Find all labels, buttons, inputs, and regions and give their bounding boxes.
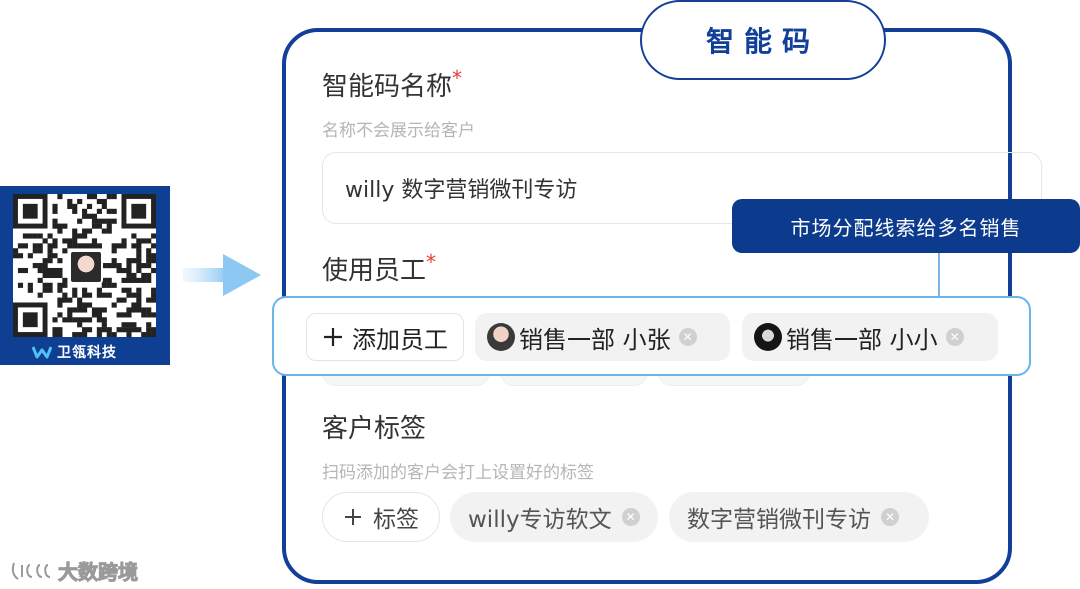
tag-name: 数字营销微刊专访: [687, 507, 871, 533]
name-label-text: 智能码名称: [322, 72, 453, 102]
add-tag-button[interactable]: 标签: [322, 492, 440, 542]
add-employee-button[interactable]: 添加员工: [306, 313, 464, 361]
close-icon[interactable]: ✕: [621, 508, 640, 526]
employee-name: 销售一部 小小: [786, 325, 938, 354]
tags-label: 客户标签: [322, 414, 427, 444]
callout-tooltip: 市场分配线索给多名销售: [732, 199, 1080, 253]
arrow-right-icon: [183, 254, 261, 296]
watermark: 大数跨境: [10, 556, 139, 585]
required-mark: *: [452, 66, 463, 90]
employees-label-text: 使用员工: [322, 256, 427, 286]
qr-brand: 卫瓴科技: [32, 343, 117, 361]
plus-icon: [324, 328, 342, 346]
panel-title: 智能码: [640, 0, 886, 80]
tag-chip[interactable]: 数字营销微刊专访 ✕: [669, 492, 929, 542]
avatar: [754, 323, 782, 351]
employee-chip[interactable]: 销售一部 小小 ✕: [742, 313, 998, 361]
employee-name: 销售一部 小张: [519, 325, 671, 354]
avatar: [487, 323, 515, 351]
required-mark: *: [426, 250, 437, 274]
close-icon[interactable]: ✕: [945, 328, 964, 346]
close-icon[interactable]: ✕: [678, 328, 697, 346]
name-field-hint: 名称不会展示给客户: [322, 121, 475, 141]
plus-icon: [345, 509, 361, 525]
qr-card: 卫瓴科技: [0, 186, 170, 365]
add-employee-label: 添加员工: [352, 325, 448, 354]
qr-code: [13, 194, 156, 337]
watermark-text: 大数跨境: [58, 560, 139, 585]
watermark-logo-icon: [11, 562, 51, 580]
employee-chip[interactable]: 销售一部 小张 ✕: [475, 313, 730, 361]
close-icon[interactable]: ✕: [881, 508, 899, 526]
employees-label: 使用员工*: [322, 250, 436, 287]
tag-chip[interactable]: willy专访软文 ✕: [450, 492, 658, 542]
tag-name: willy专访软文: [468, 507, 612, 533]
tags-hint: 扫码添加的客户会打上设置好的标签: [322, 463, 594, 483]
brand-logo-icon: [32, 346, 52, 359]
name-input-value: willy 数字营销微刊专访: [345, 178, 578, 203]
qr-avatar: [69, 250, 103, 284]
brand-name: 卫瓴科技: [57, 345, 117, 361]
name-field-label: 智能码名称*: [322, 66, 462, 103]
callout-connector: [938, 253, 940, 297]
add-tag-label: 标签: [373, 507, 419, 533]
